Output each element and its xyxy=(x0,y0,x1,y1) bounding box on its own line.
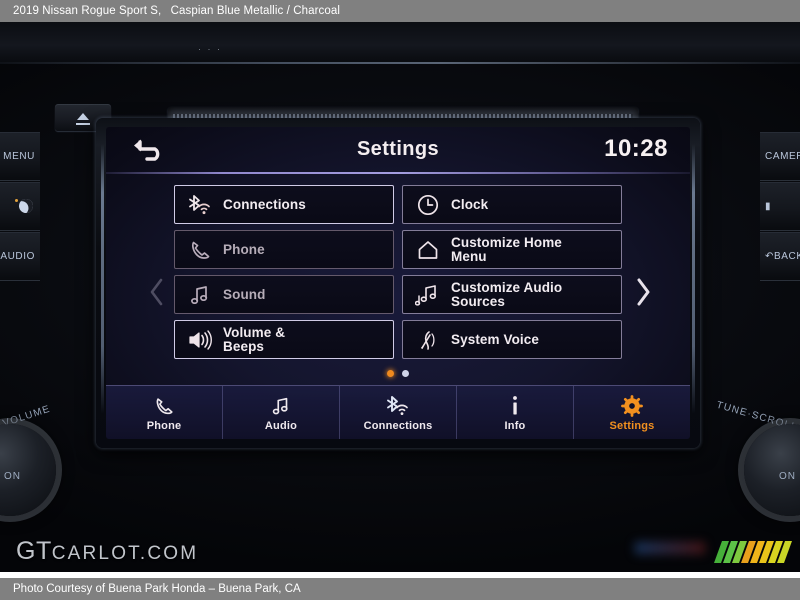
back-button-label: ↶ xyxy=(765,250,774,262)
music-notes-icon xyxy=(411,282,445,308)
nav-label: Settings xyxy=(609,419,655,432)
audio-hard-button[interactable]: AUDIO xyxy=(0,232,40,280)
tune-knob-inner-label: ON xyxy=(779,471,796,482)
tile-label: Sound xyxy=(223,286,266,302)
dashboard-trim-highlight xyxy=(0,62,800,64)
unlabeled-button-label: ▮ xyxy=(765,200,772,212)
menu-hard-button[interactable]: MENU xyxy=(0,132,40,180)
voice-icon xyxy=(411,327,445,353)
clock-icon xyxy=(411,192,445,218)
nav-label: Info xyxy=(504,419,526,432)
back-hard-button[interactable]: ↶ BACK xyxy=(760,232,800,280)
nav-label: Audio xyxy=(264,419,298,432)
phone-handset-icon xyxy=(183,237,217,263)
page-dot-1[interactable] xyxy=(387,370,394,377)
nav-label: Connections xyxy=(363,419,433,432)
tile-clock[interactable]: Clock xyxy=(402,185,622,224)
tune-scroll-knob[interactable] xyxy=(744,424,800,516)
tile-customize-home-menu[interactable]: Customize Home Menu xyxy=(402,230,622,269)
tile-label: Volume & Beeps xyxy=(223,324,286,354)
nav-item-info[interactable]: Info xyxy=(457,386,574,439)
color-stripes-decoration xyxy=(713,541,793,563)
vehicle-model-label: 2019 Nissan Rogue Sport S, xyxy=(13,5,162,17)
infotainment-screen: Settings 10:28 Connections Clock Phone C… xyxy=(106,127,690,439)
nav-item-audio[interactable]: Audio xyxy=(223,386,340,439)
watermark-part1: GT xyxy=(16,537,52,565)
tile-system-voice[interactable]: System Voice xyxy=(402,320,622,359)
infotainment-bezel: Settings 10:28 Connections Clock Phone C… xyxy=(96,118,700,448)
day-night-hard-button[interactable] xyxy=(0,182,40,230)
audio-button-label: AUDIO xyxy=(0,250,35,262)
back-button-text: BACK xyxy=(773,250,800,262)
tile-connections[interactable]: Connections xyxy=(174,185,394,224)
phone-handset-icon xyxy=(153,394,175,418)
clock-display: 10:28 xyxy=(604,135,668,162)
dashboard-top-trim xyxy=(0,22,800,64)
chevron-left-icon[interactable] xyxy=(148,277,166,307)
caption-bar-bottom: Photo Courtesy of Buena Park Honda – Bue… xyxy=(0,578,800,600)
camera-hard-button[interactable]: CAMERA xyxy=(760,132,800,180)
screenshot-root: 2019 Nissan Rogue Sport S, Caspian Blue … xyxy=(0,0,800,600)
nav-item-phone[interactable]: Phone xyxy=(106,386,223,439)
tile-phone[interactable]: Phone xyxy=(174,230,394,269)
caption-bar-top: 2019 Nissan Rogue Sport S, Caspian Blue … xyxy=(0,0,800,22)
speaker-icon xyxy=(183,327,217,353)
page-indicator-dots xyxy=(106,370,690,377)
info-icon xyxy=(508,394,522,418)
volume-knob-inner-label: ON xyxy=(4,471,21,482)
photo-credit-label: Photo Courtesy of Buena Park Honda – Bue… xyxy=(13,583,301,595)
moon-icon xyxy=(16,196,36,216)
screen-header: Settings 10:28 xyxy=(106,127,690,174)
tile-label: System Voice xyxy=(451,331,539,347)
unlabeled-hard-button[interactable]: ▮ xyxy=(760,182,800,230)
eject-icon xyxy=(77,113,89,120)
left-hard-button-column: MENU AUDIO xyxy=(0,132,40,332)
vehicle-color-label: Caspian Blue Metallic / Charcoal xyxy=(170,5,341,17)
dashboard-vent-dots: · · · xyxy=(198,44,222,54)
nav-item-settings[interactable]: Settings xyxy=(574,386,690,439)
home-icon xyxy=(411,237,445,263)
bluetooth-wifi-icon xyxy=(385,394,411,418)
gtcarlot-watermark: GTCARLOT.COM xyxy=(16,537,198,566)
moon-icon-dot xyxy=(15,199,18,202)
background-blur-accent xyxy=(635,542,705,554)
tile-label: Phone xyxy=(223,241,265,257)
bluetooth-wifi-icon xyxy=(183,192,217,218)
volume-knob[interactable] xyxy=(0,424,56,516)
vehicle-interior-photo: · · · MENU AUDIO CAMERA ▮ xyxy=(0,22,800,572)
page-title: Settings xyxy=(356,138,440,160)
tile-label: Customize Audio Sources xyxy=(451,279,563,309)
music-note-icon xyxy=(270,394,292,418)
camera-button-label: CAMERA xyxy=(765,150,800,162)
menu-button-label: MENU xyxy=(3,150,35,162)
tile-volume-and-beeps[interactable]: Volume & Beeps xyxy=(174,320,394,359)
bottom-navigation-bar: Phone Audio Connections Info Settings xyxy=(106,385,690,439)
tile-label: Connections xyxy=(223,196,306,212)
eject-icon-bar xyxy=(76,123,90,125)
header-divider xyxy=(106,172,690,174)
right-hard-button-column: CAMERA ▮ ↶ BACK xyxy=(760,132,800,332)
tile-customize-audio-sources[interactable]: Customize Audio Sources xyxy=(402,275,622,314)
tile-sound[interactable]: Sound xyxy=(174,275,394,314)
watermark-part2: CARLOT.COM xyxy=(51,543,199,564)
chevron-right-icon[interactable] xyxy=(634,277,652,307)
settings-tile-grid: Connections Clock Phone Customize Home M… xyxy=(174,185,622,359)
page-dot-2[interactable] xyxy=(402,370,409,377)
nav-label: Phone xyxy=(146,419,182,432)
gear-icon xyxy=(621,394,643,418)
music-note-icon xyxy=(183,282,217,308)
tile-label: Customize Home Menu xyxy=(451,234,562,264)
nav-item-connections[interactable]: Connections xyxy=(340,386,457,439)
tile-label: Clock xyxy=(451,196,489,212)
